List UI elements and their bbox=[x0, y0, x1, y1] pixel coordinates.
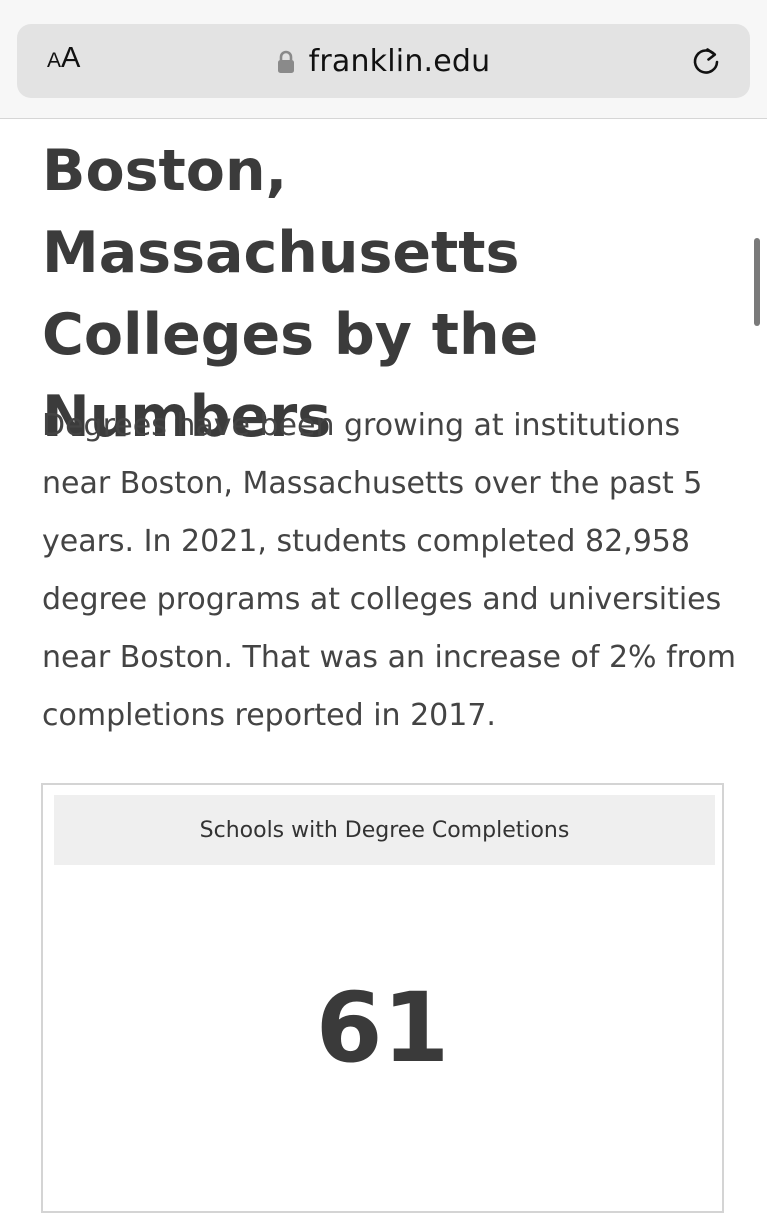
stat-card-label: Schools with Degree Completions bbox=[54, 795, 715, 865]
stat-card: Schools with Degree Completions 61 bbox=[41, 783, 724, 1213]
stat-card-value: 61 bbox=[315, 972, 450, 1084]
reload-icon[interactable] bbox=[689, 44, 723, 78]
url-display[interactable]: franklin.edu bbox=[17, 24, 750, 98]
scroll-indicator[interactable] bbox=[754, 238, 760, 326]
browser-toolbar: AA franklin.edu bbox=[0, 0, 767, 119]
address-bar[interactable]: AA franklin.edu bbox=[17, 24, 750, 98]
intro-paragraph: Degrees have been growing at institution… bbox=[42, 408, 736, 733]
lock-icon bbox=[277, 50, 294, 73]
url-text: franklin.edu bbox=[308, 43, 491, 79]
